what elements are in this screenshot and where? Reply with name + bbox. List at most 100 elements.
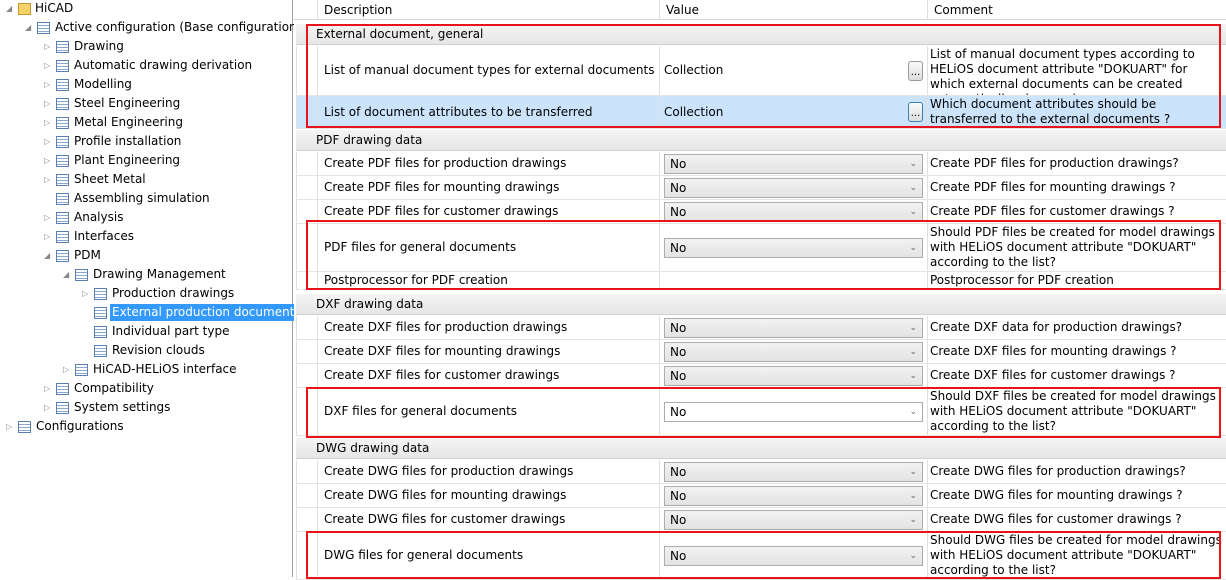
property-row[interactable]: DWG files for general documents No ⌄ Should… — [296, 532, 1226, 580]
tree-node[interactable]: ◢ Active configuration (Base configuratio… — [25, 19, 301, 38]
expand-arrow-icon[interactable]: ▷ — [44, 403, 54, 413]
collapse-arrow-icon[interactable]: ◢ — [6, 4, 16, 14]
value-cell[interactable]: No ⌄ — [660, 176, 928, 199]
chevron-down-icon[interactable]: ⌄ — [909, 547, 917, 565]
tree-node[interactable]: ▷ Sheet Metal — [44, 171, 293, 190]
value-cell[interactable]: No ⌄ — [660, 388, 928, 435]
value-cell[interactable]: No ⌄ — [660, 224, 928, 271]
chevron-down-icon[interactable]: ⌄ — [909, 403, 917, 421]
header-value[interactable]: Value — [660, 0, 928, 20]
collapse-arrow-icon[interactable]: ◢ — [25, 23, 35, 33]
property-row[interactable]: Create DXF files for mounting drawings No… — [296, 340, 1226, 364]
value-dropdown[interactable]: No ⌄ — [664, 177, 923, 198]
property-row[interactable]: Create PDF files for mounting drawings No… — [296, 176, 1226, 200]
expand-arrow-icon[interactable]: ▷ — [44, 156, 54, 166]
chevron-down-icon[interactable]: ⌄ — [909, 487, 917, 505]
group-header[interactable]: External document, general — [296, 24, 1226, 45]
tree-node[interactable]: ▷ Configurations — [6, 418, 293, 437]
tree-node[interactable]: ▷ Steel Engineering — [44, 95, 293, 114]
property-row[interactable]: Create DWG files for mounting drawings No… — [296, 484, 1226, 508]
value-cell[interactable]: Collection... — [660, 96, 928, 128]
expand-arrow-icon[interactable]: ▷ — [6, 422, 16, 432]
chevron-down-icon[interactable]: ⌄ — [909, 511, 917, 529]
expand-arrow-icon[interactable]: ▷ — [44, 118, 54, 128]
value-dropdown[interactable]: No ⌄ — [664, 341, 923, 362]
header-description[interactable]: Description — [318, 0, 660, 20]
tree-node[interactable]: ▷ Metal Engineering — [44, 114, 293, 133]
value-cell[interactable]: No ⌄ — [660, 484, 928, 507]
property-row[interactable]: List of manual document types for extern… — [296, 46, 1226, 96]
property-row[interactable]: DXF files for general documents No ⌄ Should… — [296, 388, 1226, 436]
tree-node[interactable]: ◢ Drawing Management — [63, 266, 293, 285]
tree-node[interactable]: Assembling simulation — [46, 190, 293, 209]
tree-node[interactable]: ◢ HiCAD — [6, 0, 293, 19]
tree-node[interactable]: ▷ Interfaces — [44, 228, 293, 247]
collapse-arrow-icon[interactable]: ◢ — [63, 270, 73, 280]
tree-node[interactable]: ▷ Analysis — [44, 209, 293, 228]
tree-node[interactable]: Revision clouds — [84, 342, 293, 361]
tree-node[interactable]: ▷ Compatibility — [44, 380, 293, 399]
chevron-down-icon[interactable]: ⌄ — [909, 155, 917, 173]
chevron-down-icon[interactable]: ⌄ — [909, 343, 917, 361]
value-cell[interactable] — [660, 272, 928, 289]
value-cell[interactable]: No ⌄ — [660, 340, 928, 363]
property-row[interactable]: Create DWG files for production drawings… — [296, 460, 1226, 484]
ellipsis-button[interactable]: ... — [908, 102, 923, 122]
chevron-down-icon[interactable]: ⌄ — [909, 239, 917, 257]
tree-node[interactable]: ▷ Production drawings — [82, 285, 293, 304]
value-cell[interactable]: No ⌄ — [660, 460, 928, 483]
chevron-down-icon[interactable]: ⌄ — [909, 463, 917, 481]
group-header[interactable]: DXF drawing data — [296, 294, 1226, 315]
property-row[interactable]: Postprocessor for PDF creation Postproces… — [296, 272, 1226, 290]
value-cell[interactable]: No ⌄ — [660, 532, 928, 579]
tree-node[interactable]: ◢ PDM — [44, 247, 293, 266]
value-cell[interactable]: No ⌄ — [660, 364, 928, 387]
tree-node[interactable]: ▷ Modelling — [44, 76, 293, 95]
chevron-down-icon[interactable]: ⌄ — [909, 179, 917, 197]
value-dropdown[interactable]: No ⌄ — [664, 153, 923, 174]
expand-arrow-icon[interactable]: ▷ — [44, 175, 54, 185]
value-dropdown[interactable]: No ⌄ — [664, 237, 923, 258]
group-header[interactable]: DWG drawing data — [296, 438, 1226, 459]
property-row[interactable]: Create DXF files for production drawings… — [296, 316, 1226, 340]
expand-arrow-icon[interactable]: ▷ — [44, 232, 54, 242]
value-dropdown[interactable]: No ⌄ — [664, 545, 923, 566]
expand-arrow-icon[interactable]: ▷ — [44, 213, 54, 223]
expand-arrow-icon[interactable]: ▷ — [44, 384, 54, 394]
tree-node[interactable]: Individual part type — [84, 323, 293, 342]
property-row[interactable]: Create DWG files for customer drawings No… — [296, 508, 1226, 532]
expand-arrow-icon[interactable]: ▷ — [82, 289, 92, 299]
value-dropdown[interactable]: No ⌄ — [664, 461, 923, 482]
expand-arrow-icon[interactable]: ▷ — [44, 61, 54, 71]
chevron-down-icon[interactable]: ⌄ — [909, 367, 917, 385]
value-dropdown[interactable]: No ⌄ — [664, 485, 923, 506]
value-dropdown[interactable]: No ⌄ — [664, 509, 923, 530]
expand-arrow-icon[interactable]: ▷ — [44, 80, 54, 90]
value-dropdown[interactable]: No ⌄ — [664, 365, 923, 386]
tree-node[interactable]: ▷ HiCAD-HELiOS interface — [63, 361, 293, 380]
value-cell[interactable]: No ⌄ — [660, 200, 928, 223]
ellipsis-button[interactable]: ... — [908, 60, 923, 81]
value-cell[interactable]: Collection... — [660, 46, 928, 95]
tree-node[interactable]: ▷ Plant Engineering — [44, 152, 293, 171]
tree-node[interactable]: ▷ System settings — [44, 399, 293, 418]
value-cell[interactable]: No ⌄ — [660, 316, 928, 339]
group-header[interactable]: PDF drawing data — [296, 130, 1226, 151]
expand-arrow-icon[interactable]: ▷ — [63, 365, 73, 375]
property-row[interactable]: List of document attributes to be transf… — [296, 96, 1226, 129]
property-row[interactable]: Create PDF files for customer drawings No… — [296, 200, 1226, 224]
tree-node[interactable]: ▷ Profile installation — [44, 133, 293, 152]
value-dropdown[interactable]: No ⌄ — [664, 401, 923, 422]
property-row[interactable]: Create PDF files for production drawings… — [296, 152, 1226, 176]
collapse-arrow-icon[interactable]: ◢ — [44, 251, 54, 261]
value-cell[interactable]: No ⌄ — [660, 508, 928, 531]
expand-arrow-icon[interactable]: ▷ — [44, 42, 54, 52]
chevron-down-icon[interactable]: ⌄ — [909, 203, 917, 221]
tree-node[interactable]: ▷ Automatic drawing derivation — [44, 57, 293, 76]
expand-arrow-icon[interactable]: ▷ — [44, 137, 54, 147]
chevron-down-icon[interactable]: ⌄ — [909, 319, 917, 337]
tree-node[interactable]: External production documents — [84, 304, 303, 323]
tree-node[interactable]: ▷ Drawing — [44, 38, 293, 57]
value-dropdown[interactable]: No ⌄ — [664, 317, 923, 338]
configuration-tree[interactable]: ◢ HiCAD ◢ Active configuration (Base config… — [0, 0, 303, 577]
